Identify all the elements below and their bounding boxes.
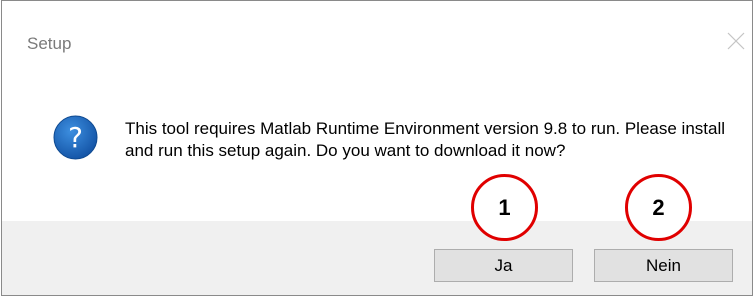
title-bar[interactable]: Setup — [2, 1, 752, 67]
annotation-marker-1: 1 — [471, 174, 538, 241]
svg-text:?: ? — [68, 121, 83, 154]
question-icon: ? — [53, 115, 98, 160]
dialog-message: This tool requires Matlab Runtime Enviro… — [125, 119, 726, 160]
window-title: Setup — [27, 34, 72, 53]
no-button[interactable]: Nein — [594, 249, 733, 282]
setup-dialog: Setup ? This tool requires Matlab Runtim — [1, 0, 753, 296]
close-icon[interactable] — [726, 31, 746, 51]
annotation-marker-2: 2 — [625, 174, 692, 241]
yes-button[interactable]: Ja — [434, 249, 573, 282]
